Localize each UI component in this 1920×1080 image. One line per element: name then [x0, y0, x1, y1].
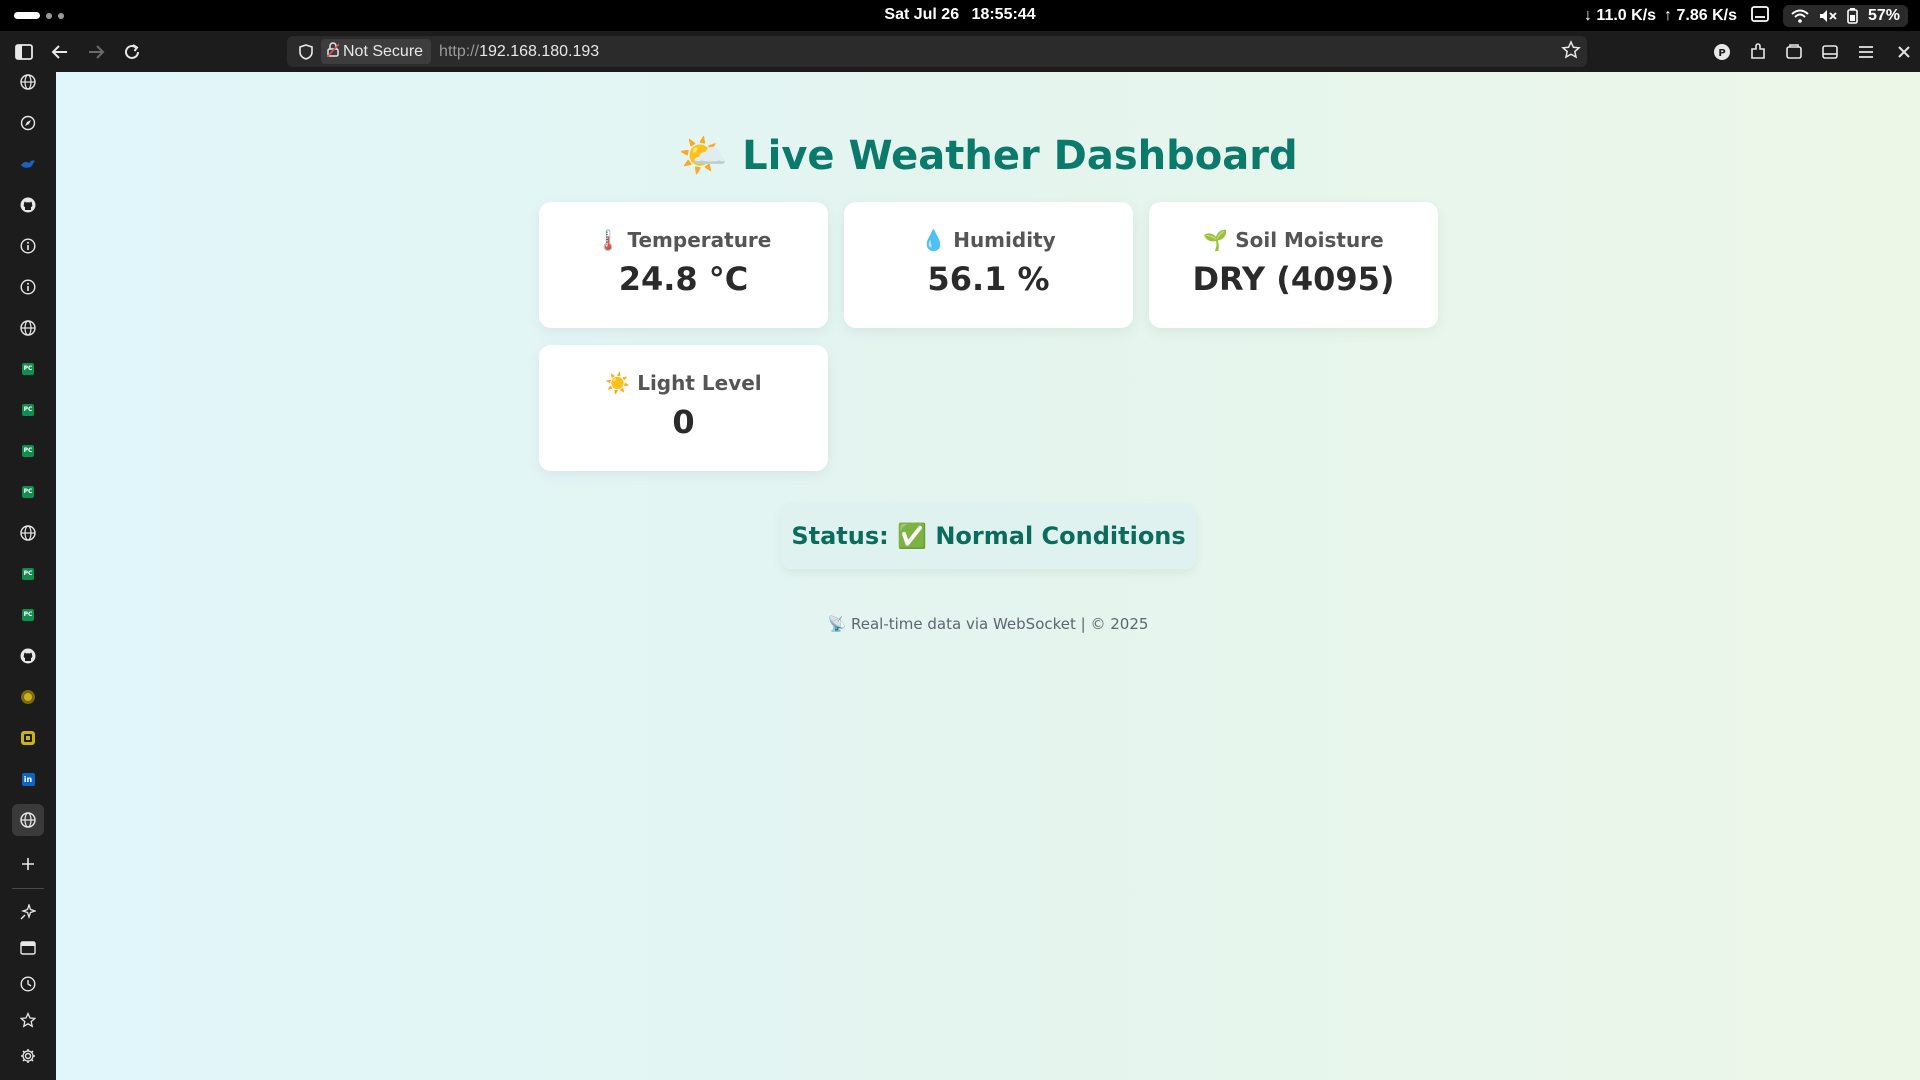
soil-moisture-card: 🌱 Soil Moisture DRY (4095) — [1149, 202, 1438, 328]
thermometer-icon: 🌡️ — [595, 228, 621, 252]
tracking-shield-icon[interactable] — [295, 43, 317, 60]
url-host: 192.168.180.193 — [479, 42, 600, 60]
seedling-icon: 🌱 — [1203, 228, 1229, 252]
sidebar-pycharm-icon[interactable]: PC — [12, 558, 44, 590]
card-label: ☀️ Light Level — [605, 371, 762, 395]
humidity-card: 💧 Humidity 56.1 % — [844, 202, 1133, 328]
not-secure-label: Not Secure — [343, 42, 424, 60]
close-window-icon[interactable] — [1892, 40, 1916, 64]
address-bar[interactable]: Not Secure http://192.168.180.193 — [287, 36, 1587, 67]
sidebar-settings-gear-icon[interactable] — [12, 1040, 44, 1072]
card-value: 56.1 % — [927, 260, 1050, 298]
browser-toolbar: Not Secure http://192.168.180.193 P — [0, 31, 1920, 72]
pycharm-label: PC — [22, 486, 34, 498]
pycharm-label: PC — [22, 568, 34, 580]
battery-percent: 57% — [1867, 7, 1900, 24]
sidebar-tabs-icon[interactable] — [12, 932, 44, 964]
menu-icon[interactable] — [1854, 40, 1878, 64]
url-protocol: http:// — [439, 42, 480, 60]
sidebar-pycharm-icon[interactable]: PC — [12, 353, 44, 385]
pycharm-label: PC — [22, 363, 34, 375]
sidebar-pycharm-icon[interactable]: PC — [12, 394, 44, 426]
profile-icon[interactable]: P — [1710, 40, 1734, 64]
status-prefix: Status: — [791, 522, 889, 550]
containers-icon[interactable] — [1782, 40, 1806, 64]
card-label: 🌡️ Temperature — [595, 228, 772, 252]
pycharm-label: PC — [22, 609, 34, 621]
sidebar-info-icon[interactable] — [12, 271, 44, 303]
temperature-card: 🌡️ Temperature 24.8 °C — [539, 202, 828, 328]
title-text: Live Weather Dashboard — [742, 133, 1298, 179]
card-label: 🌱 Soil Moisture — [1203, 228, 1384, 252]
card-label: 💧 Humidity — [921, 228, 1056, 252]
sidebar-globe-icon[interactable] — [12, 312, 44, 344]
status-banner: Status: ✅ Normal Conditions — [781, 503, 1196, 569]
card-value: DRY (4095) — [1192, 260, 1395, 298]
sidebar-globe-icon[interactable] — [12, 66, 44, 98]
sidebar-chip-icon[interactable] — [12, 722, 44, 754]
page-footer: 📡 Real-time data via WebSocket | © 2025 — [827, 615, 1149, 633]
linkedin-label: in — [21, 772, 35, 786]
sidebar-info-icon[interactable] — [12, 230, 44, 262]
sidebar-compass-icon[interactable] — [12, 107, 44, 139]
not-secure-badge[interactable]: Not Secure — [321, 39, 432, 64]
sidebar-globe-icon[interactable] — [12, 517, 44, 549]
network-speed: ↓ 11.0 K/s ↑ 7.86 K/s — [1584, 7, 1737, 25]
volume-muted-icon — [1819, 9, 1837, 23]
droplet-icon: 💧 — [921, 228, 947, 252]
sidebar-active-globe-icon[interactable] — [12, 804, 44, 836]
pycharm-label: PC — [22, 404, 34, 416]
sidebar-pycharm-icon[interactable]: PC — [12, 476, 44, 508]
reader-view-icon[interactable] — [1818, 40, 1842, 64]
page-title: 🌤️ Live Weather Dashboard — [56, 132, 1920, 179]
back-button[interactable] — [48, 40, 72, 64]
broken-lock-icon — [326, 41, 340, 62]
svg-text:P: P — [1718, 48, 1725, 59]
upload-speed: ↑ 7.86 K/s — [1664, 7, 1737, 24]
web-page: 🌤️ Live Weather Dashboard 🌡️ Temperature… — [56, 72, 1920, 1080]
check-icon: ✅ — [897, 522, 927, 550]
title-weather-icon: 🌤️ — [678, 133, 729, 179]
bookmark-star-icon[interactable] — [1561, 40, 1581, 64]
clock-time: 18:55:44 — [971, 6, 1036, 23]
card-value: 24.8 °C — [618, 260, 749, 298]
pycharm-label: PC — [22, 445, 34, 457]
screen-icon[interactable] — [1751, 5, 1769, 27]
status-text: Normal Conditions — [935, 522, 1186, 550]
sidebar-divider — [12, 888, 44, 889]
sidebar-bird-icon[interactable] — [12, 148, 44, 180]
clock-date: Sat Jul 26 — [884, 6, 960, 23]
sidebar-toggle-icon[interactable] — [12, 40, 36, 64]
url-text[interactable]: http://192.168.180.193 — [439, 43, 599, 61]
system-top-bar: Sat Jul 26 18:55:44 ↓ 11.0 K/s ↑ 7.86 K/… — [0, 0, 1920, 31]
light-level-card: ☀️ Light Level 0 — [539, 345, 828, 471]
extensions-icon[interactable] — [1746, 40, 1770, 64]
card-value: 0 — [672, 403, 695, 441]
sidebar-linkedin-icon[interactable]: in — [12, 763, 44, 795]
sun-icon: ☀️ — [605, 371, 631, 395]
sidebar-add-icon[interactable] — [12, 848, 44, 880]
reload-button[interactable] — [120, 40, 144, 64]
sidebar-chip-icon[interactable] — [12, 681, 44, 713]
battery-icon — [1847, 8, 1858, 24]
sidebar-ai-sparkle-icon[interactable] — [12, 896, 44, 928]
system-tray[interactable]: 57% — [1782, 5, 1908, 27]
sidebar-github-icon[interactable] — [12, 640, 44, 672]
wifi-icon — [1791, 9, 1809, 23]
sidebar-github-icon[interactable] — [12, 189, 44, 221]
sidebar-pycharm-icon[interactable]: PC — [12, 599, 44, 631]
sidebar-pycharm-icon[interactable]: PC — [12, 435, 44, 467]
browser-sidebar: PC PC PC PC PC PC in — [0, 72, 56, 1080]
sidebar-bookmarks-icon[interactable] — [12, 1004, 44, 1036]
sidebar-history-icon[interactable] — [12, 968, 44, 1000]
download-speed: ↓ 11.0 K/s — [1583, 7, 1657, 24]
forward-button[interactable] — [84, 40, 108, 64]
